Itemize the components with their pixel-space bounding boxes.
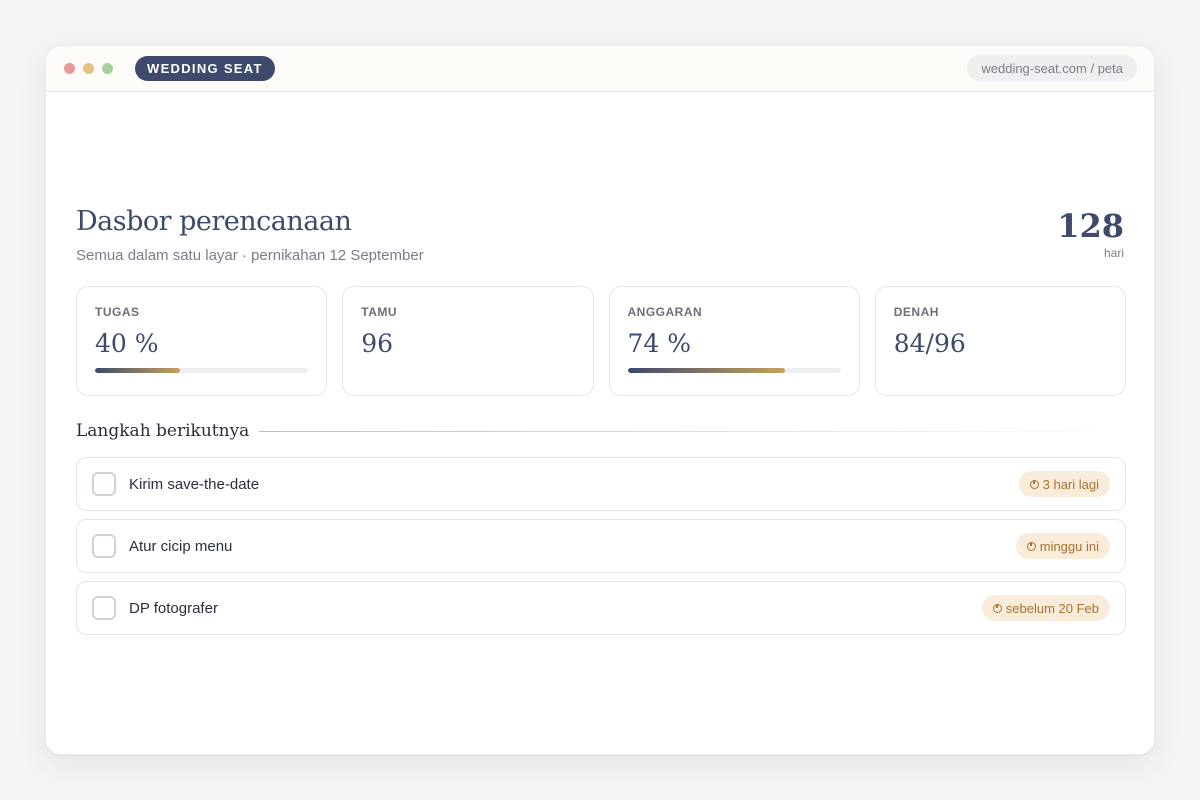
next-steps-header: Langkah berikutnya — [76, 421, 1126, 441]
stat-label: ANGGARAN — [627, 305, 703, 319]
page-title: Dasbor perencanaan — [76, 206, 352, 237]
due-text: minggu ini — [1039, 538, 1099, 554]
clock-icon — [1029, 479, 1039, 489]
countdown-value: 128 — [1057, 207, 1124, 245]
page-subtitle: Semua dalam satu layar · pernikahan 12 S… — [76, 247, 424, 264]
countdown-unit: hari — [1103, 246, 1124, 260]
progress-bar — [95, 368, 309, 373]
task-checkbox[interactable] — [92, 596, 116, 620]
stat-value: 84/96 — [893, 329, 966, 358]
close-window-button[interactable] — [64, 63, 75, 74]
task-label: DP fotografer — [129, 599, 218, 617]
stat-card-budget[interactable]: ANGGARAN 74 % — [608, 286, 860, 396]
task-checkbox[interactable] — [92, 472, 116, 496]
stat-card-seating[interactable]: DENAH 84/96 — [874, 286, 1126, 396]
url-bar[interactable]: wedding-seat.com / peta — [967, 55, 1137, 81]
section-title: Langkah berikutnya — [76, 421, 250, 441]
task-checkbox[interactable] — [92, 534, 116, 558]
task-label: Kirim save-the-date — [129, 475, 260, 493]
app-window: WEDDING SEAT wedding-seat.com / peta Das… — [45, 45, 1155, 755]
stat-card-guests[interactable]: TAMU 96 — [342, 286, 594, 396]
stat-value: 40 % — [95, 329, 159, 358]
stats-row: TUGAS 40 % TAMU 96 ANGGARAN 74 % DENAH 8… — [76, 286, 1126, 396]
window-controls — [64, 63, 113, 74]
minimize-window-button[interactable] — [83, 63, 94, 74]
due-badge: 3 hari lagi — [1018, 471, 1110, 497]
brand-badge: WEDDING SEAT — [135, 56, 275, 81]
section-divider — [259, 430, 1126, 432]
task-item: DP fotografer sebelum 20 Feb — [76, 581, 1126, 635]
progress-bar-fill — [95, 368, 181, 373]
stat-card-tasks[interactable]: TUGAS 40 % — [76, 286, 328, 396]
stat-label: TAMU — [361, 305, 398, 319]
maximize-window-button[interactable] — [102, 63, 113, 74]
progress-bar-fill — [627, 368, 786, 373]
stat-value: 74 % — [627, 329, 692, 358]
task-item: Atur cicip menu minggu ini — [76, 519, 1126, 573]
stat-label: DENAH — [893, 305, 939, 319]
due-badge: minggu ini — [1015, 533, 1110, 559]
due-text: sebelum 20 Feb — [1005, 600, 1099, 616]
task-label: Atur cicip menu — [129, 537, 233, 555]
title-bar: WEDDING SEAT wedding-seat.com / peta — [46, 46, 1154, 92]
task-list: Kirim save-the-date 3 hari lagi Atur cic… — [76, 457, 1126, 643]
clock-icon — [992, 603, 1002, 613]
stat-label: TUGAS — [95, 305, 140, 319]
due-badge: sebelum 20 Feb — [981, 595, 1110, 621]
clock-icon — [1026, 541, 1036, 551]
due-text: 3 hari lagi — [1042, 476, 1099, 492]
progress-bar — [627, 368, 841, 373]
page-header: Dasbor perencanaan Semua dalam satu laya… — [76, 206, 424, 264]
countdown: 128 hari — [1057, 210, 1124, 260]
stat-value: 96 — [361, 329, 394, 358]
task-item: Kirim save-the-date 3 hari lagi — [76, 457, 1126, 511]
